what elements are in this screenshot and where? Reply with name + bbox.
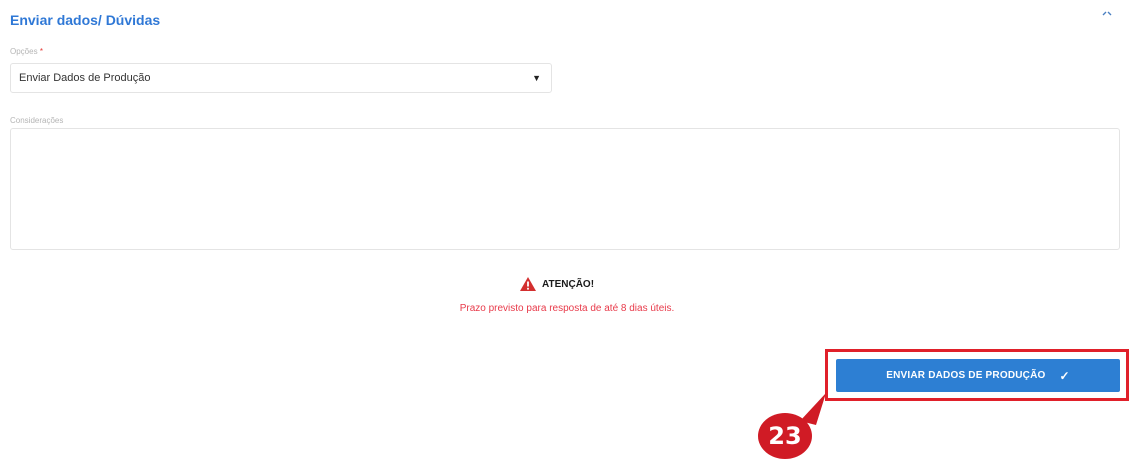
warning-title: ATENÇÃO! [542, 278, 595, 290]
send-data-form: Enviar dados/ Dúvidas Opções * Enviar Da… [0, 0, 1134, 462]
options-label: Opções * [10, 47, 43, 56]
warning-header: ATENÇÃO! [519, 276, 594, 292]
check-icon: ✓ [1059, 368, 1070, 383]
step-number-badge: 23 [758, 413, 812, 459]
considerations-label: Considerações [10, 116, 64, 125]
submit-button-label: ENVIAR DADOS DE PRODUÇÃO [886, 370, 1046, 381]
options-select[interactable]: Enviar Dados de Produção ▼ [10, 63, 552, 93]
caret-down-icon: ▼ [532, 73, 541, 83]
page-title: Enviar dados/ Dúvidas [10, 12, 161, 28]
submit-button[interactable]: ENVIAR DADOS DE PRODUÇÃO ✓ [836, 359, 1120, 392]
warning-message: Prazo previsto para resposta de até 8 di… [459, 303, 675, 314]
collapse-icon[interactable] [1100, 5, 1114, 16]
options-select-value: Enviar Dados de Produção [19, 72, 151, 84]
considerations-textarea[interactable] [10, 128, 1120, 250]
warning-triangle-icon [519, 276, 537, 292]
options-label-text: Opções [10, 47, 38, 56]
required-marker: * [39, 47, 43, 56]
